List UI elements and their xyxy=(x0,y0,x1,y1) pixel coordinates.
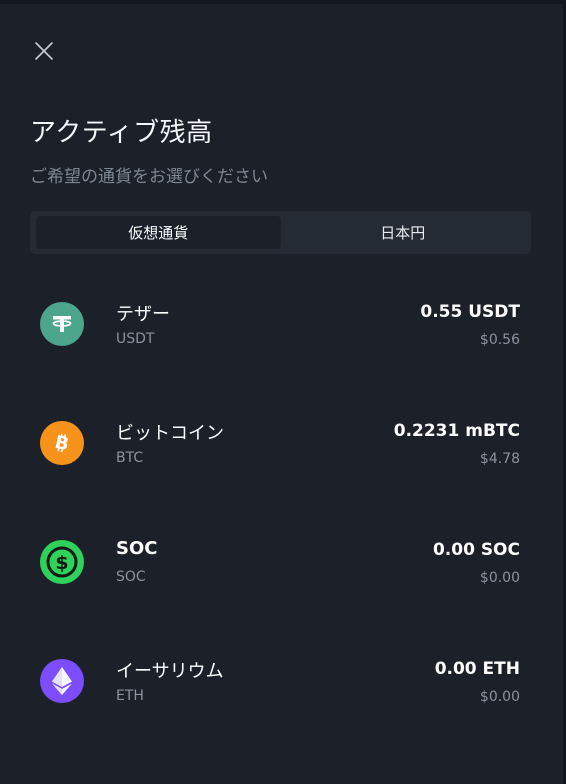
coin-fiat-value: $0.00 xyxy=(479,689,520,705)
tab-crypto[interactable]: 仮想通貨 xyxy=(36,216,281,249)
coin-name: テザー xyxy=(116,304,170,325)
coin-row-eth[interactable]: イーサリウム ETH 0.00 ETH $0.00 xyxy=(0,631,566,750)
tether-icon xyxy=(40,302,84,346)
top-edge xyxy=(0,0,566,4)
coin-amount: 0.2231 mBTC xyxy=(393,421,520,441)
currency-tabs: 仮想通貨 日本円 xyxy=(30,211,531,254)
coin-fiat-value: $4.78 xyxy=(479,451,520,467)
coin-symbol: SOC xyxy=(116,569,146,585)
coin-name: イーサリウム xyxy=(116,661,224,682)
tab-jpy[interactable]: 日本円 xyxy=(281,216,526,249)
coin-symbol: USDT xyxy=(116,331,155,347)
bitcoin-icon: B xyxy=(40,421,84,465)
coin-amount: 0.55 USDT xyxy=(420,302,520,322)
coin-amount: 0.00 SOC xyxy=(432,540,520,560)
page-subtitle: ご希望の通貨をお選びください xyxy=(30,167,268,187)
page-title: アクティブ残高 xyxy=(30,118,213,148)
close-icon xyxy=(35,42,53,60)
coin-list: テザー USDT 0.55 USDT $0.56 B ビットコイン BTC 0.… xyxy=(0,274,566,750)
soc-icon: $ xyxy=(40,540,84,584)
coin-row-btc[interactable]: B ビットコイン BTC 0.2231 mBTC $4.78 xyxy=(0,393,566,512)
ethereum-icon xyxy=(40,659,84,703)
coin-amount: 0.00 ETH xyxy=(434,659,520,679)
coin-symbol: BTC xyxy=(116,450,144,466)
coin-row-soc[interactable]: $ SOC SOC 0.00 SOC $0.00 xyxy=(0,512,566,631)
close-button[interactable] xyxy=(30,37,58,65)
coin-name: SOC xyxy=(116,538,158,559)
svg-text:$: $ xyxy=(55,552,68,574)
coin-fiat-value: $0.56 xyxy=(479,332,520,348)
coin-fiat-value: $0.00 xyxy=(479,570,520,586)
coin-row-usdt[interactable]: テザー USDT 0.55 USDT $0.56 xyxy=(0,274,566,393)
coin-symbol: ETH xyxy=(116,688,144,704)
coin-name: ビットコイン xyxy=(116,423,224,444)
